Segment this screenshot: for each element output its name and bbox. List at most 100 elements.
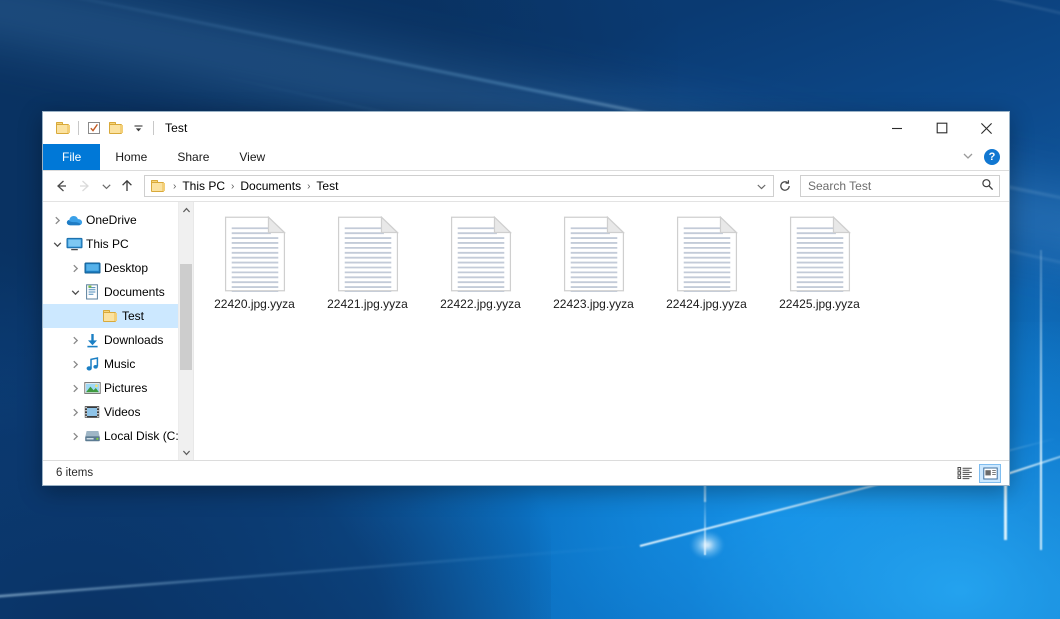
wallpaper-streak [1040,250,1042,550]
minimize-button[interactable] [874,112,919,144]
file-name-label: 22423.jpg.yyza [553,297,634,311]
details-view-button[interactable] [954,464,976,483]
generic-file-icon [563,216,625,292]
sidebar-item-this-pc[interactable]: This PC [43,232,193,256]
cloud-icon [65,214,83,227]
folder-icon [101,310,119,322]
file-grid: 22420.jpg.yyza 22421.jpg.yyza 22422.jpg.yy… [194,202,1009,328]
breadcrumb-this-pc[interactable]: This PC [179,179,228,193]
chevron-down-icon[interactable] [49,240,65,249]
file-item[interactable]: 22424.jpg.yyza [650,210,763,328]
breadcrumb-separator: › [304,181,313,192]
breadcrumb-separator: › [228,181,237,192]
monitor-icon [65,237,83,251]
drive-icon [83,429,101,443]
video-icon [83,405,101,419]
sidebar-item-pictures[interactable]: Pictures [43,376,193,400]
sidebar-item-label: Documents [104,285,165,299]
chevron-right-icon[interactable] [67,384,83,393]
chevron-right-icon[interactable] [67,408,83,417]
search-input[interactable]: Search Test [808,179,981,193]
tab-share[interactable]: Share [162,144,224,170]
window-controls [874,112,1009,144]
generic-file-icon [224,216,286,292]
scroll-up-icon[interactable] [179,202,193,218]
address-bar: › This PC › Documents › Test Search Test [43,171,1009,201]
large-icons-view-button[interactable] [979,464,1001,483]
view-toggle-group [954,464,1001,483]
chevron-down-icon[interactable] [67,288,83,297]
recent-locations-button[interactable] [97,174,115,198]
breadcrumb-separator: › [170,181,179,192]
folder-icon[interactable] [52,117,74,139]
explorer-body: OneDrive This PC Desktop Documents TestDownl… [43,201,1009,460]
sidebar-item-local-disk-c[interactable]: Local Disk (C:) [43,424,193,448]
ribbon-right-controls: ? [962,144,1009,170]
file-item[interactable]: 22421.jpg.yyza [311,210,424,328]
tab-home[interactable]: Home [100,144,162,170]
folder-tree: OneDrive This PC Desktop Documents TestDownl… [43,208,193,448]
tab-file[interactable]: File [43,144,100,170]
refresh-button[interactable] [774,175,796,197]
file-name-label: 22420.jpg.yyza [214,297,295,311]
chevron-right-icon[interactable] [67,336,83,345]
file-list-pane[interactable]: 22420.jpg.yyza 22421.jpg.yyza 22422.jpg.yy… [193,202,1009,460]
chevron-right-icon[interactable] [49,216,65,225]
sidebar-item-onedrive[interactable]: OneDrive [43,208,193,232]
navigation-scrollbar[interactable] [178,202,193,460]
sidebar-item-desktop[interactable]: Desktop [43,256,193,280]
generic-file-icon [450,216,512,292]
sidebar-item-label: Pictures [104,381,147,395]
sidebar-item-downloads[interactable]: Downloads [43,328,193,352]
status-bar: 6 items [43,460,1009,485]
chevron-down-icon[interactable] [962,150,974,165]
close-button[interactable] [964,112,1009,144]
maximize-button[interactable] [919,112,964,144]
ribbon-tab-bar: File Home Share View ? [43,144,1009,171]
customize-quick-access-icon[interactable] [127,117,149,139]
download-icon [83,333,101,348]
sidebar-item-test[interactable]: Test [43,304,193,328]
new-folder-icon[interactable] [105,117,127,139]
chevron-right-icon[interactable] [67,264,83,273]
chevron-right-icon[interactable] [67,432,83,441]
address-dropdown-icon[interactable] [753,181,769,192]
wallpaper-focal-point [690,531,724,559]
breadcrumb: › This PC › Documents › Test [170,179,753,193]
scroll-down-icon[interactable] [179,444,193,460]
file-item[interactable]: 22422.jpg.yyza [424,210,537,328]
toolbar-separator [153,121,154,135]
toolbar-separator [78,121,79,135]
file-name-label: 22422.jpg.yyza [440,297,521,311]
desktop-icon [83,261,101,275]
scrollbar-thumb[interactable] [180,264,192,370]
file-item[interactable]: 22425.jpg.yyza [763,210,876,328]
help-icon[interactable]: ? [984,149,1000,165]
sidebar-item-label: Music [104,357,135,371]
search-icon[interactable] [981,178,994,194]
file-name-label: 22425.jpg.yyza [779,297,860,311]
file-item[interactable]: 22420.jpg.yyza [198,210,311,328]
tab-view[interactable]: View [224,144,280,170]
sidebar-item-documents[interactable]: Documents [43,280,193,304]
chevron-right-icon[interactable] [67,360,83,369]
quick-access-toolbar: Test [43,112,187,144]
sidebar-item-label: OneDrive [86,213,137,227]
sidebar-item-label: This PC [86,237,129,251]
back-button[interactable] [49,174,73,198]
sidebar-item-label: Local Disk (C:) [104,429,183,443]
properties-checkbox-icon[interactable] [83,117,105,139]
search-box[interactable]: Search Test [800,175,1000,197]
music-icon [83,357,101,372]
picture-icon [83,381,101,395]
forward-button[interactable] [73,174,97,198]
generic-file-icon [337,216,399,292]
breadcrumb-test[interactable]: Test [313,179,341,193]
breadcrumb-documents[interactable]: Documents [237,179,304,193]
document-icon [83,284,101,300]
breadcrumb-bar[interactable]: › This PC › Documents › Test [144,175,774,197]
sidebar-item-videos[interactable]: Videos [43,400,193,424]
up-button[interactable] [115,174,139,198]
file-item[interactable]: 22423.jpg.yyza [537,210,650,328]
sidebar-item-music[interactable]: Music [43,352,193,376]
